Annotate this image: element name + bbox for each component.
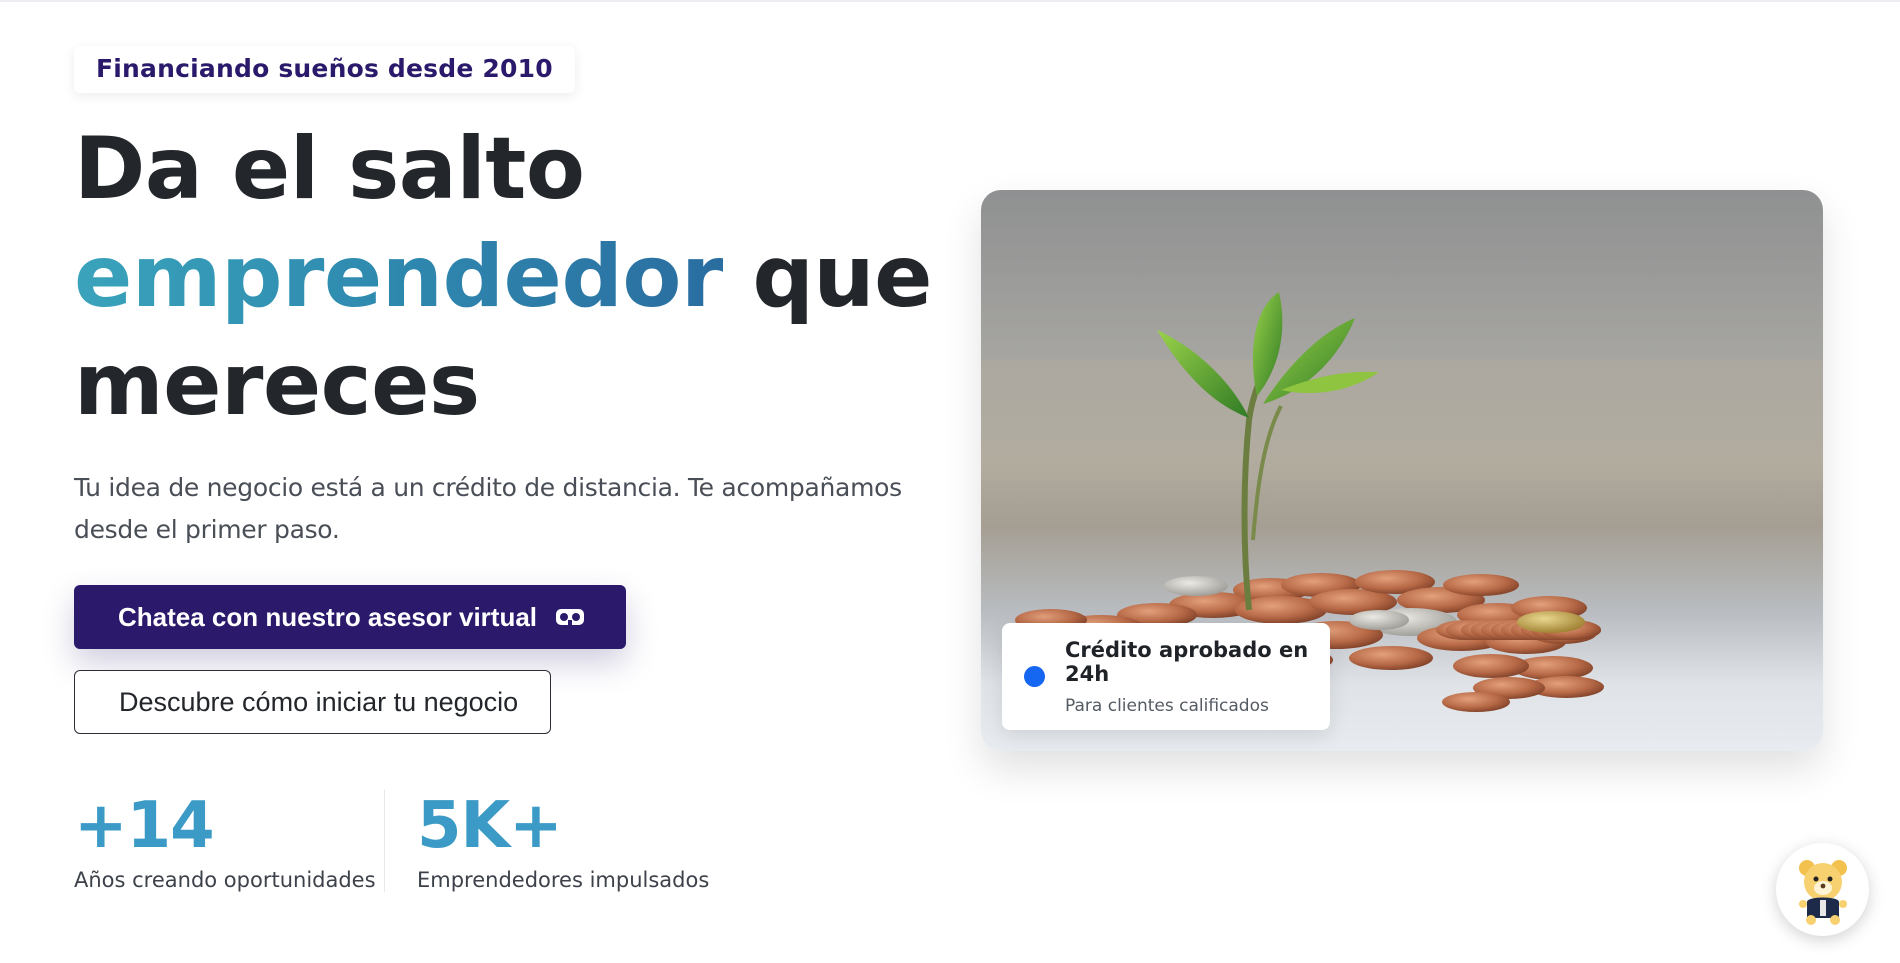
start-business-button[interactable]: Descubre cómo iniciar tu negocio: [74, 670, 551, 734]
hero-headline: Da el salto emprendedor que mereces: [74, 115, 934, 439]
top-divider: [0, 0, 1900, 2]
stat-label: Emprendedores impulsados: [417, 868, 710, 892]
stat-years: +14 Años creando oportunidades: [74, 790, 384, 892]
stat-value: +14: [74, 789, 215, 863]
status-dot-icon: [1024, 666, 1045, 687]
chat-advisor-label: Chatea con nuestro asesor virtual: [118, 601, 538, 632]
hero-text-column: Financiando sueños desde 2010 Da el salt…: [74, 46, 934, 734]
stat-entrepreneurs: 5K+ Emprendedores impulsados: [384, 790, 744, 892]
stat-value: 5K+: [417, 789, 563, 863]
approval-badge-title: Crédito aprobado en 24h: [1065, 637, 1309, 686]
eyebrow-badge: Financiando sueños desde 2010: [74, 46, 575, 93]
hero-subtitle: Tu idea de negocio está a un crédito de …: [74, 473, 902, 544]
headline-accent-word: emprendedor: [74, 227, 723, 327]
approval-badge-card: Crédito aprobado en 24h Para clientes ca…: [1002, 623, 1330, 730]
mascot-bear-icon: [1798, 859, 1847, 925]
headline-line-3: mereces: [74, 335, 480, 435]
headline-line-1: Da el salto: [74, 119, 585, 219]
approval-badge-subtitle: Para clientes calificados: [1065, 695, 1269, 716]
page: Financiando sueños desde 2010 Da el salt…: [0, 0, 1900, 963]
chat-advisor-button[interactable]: Chatea con nuestro asesor virtual: [74, 585, 626, 649]
headline-line-2-rest: que: [722, 227, 932, 327]
vr-headset-icon: [555, 607, 585, 627]
chat-widget-button[interactable]: [1776, 843, 1869, 936]
stats-row: +14 Años creando oportunidades 5K+ Empre…: [74, 790, 744, 892]
stat-label: Años creando oportunidades: [74, 868, 376, 892]
approval-badge-text: Crédito aprobado en 24h Para clientes ca…: [1065, 638, 1330, 716]
